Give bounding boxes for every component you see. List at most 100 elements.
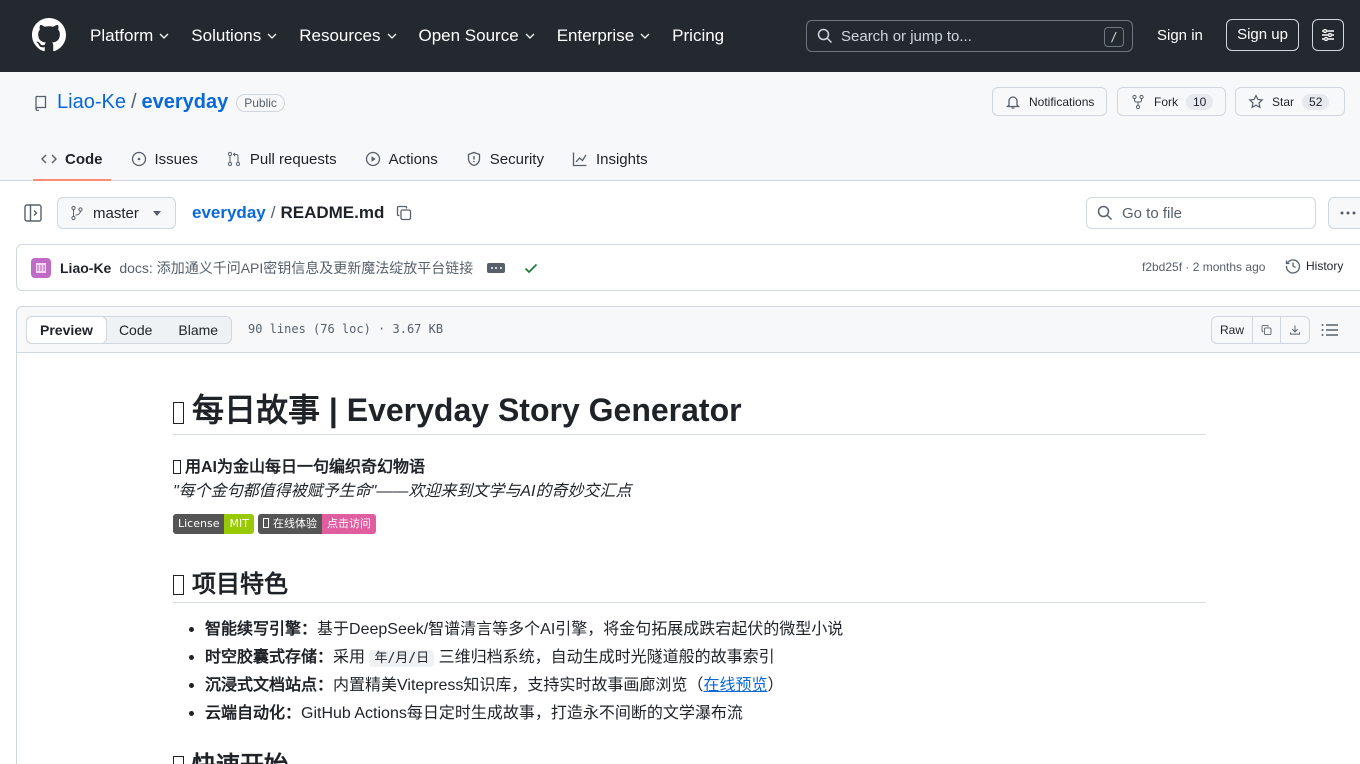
chevron-down-icon — [159, 33, 169, 39]
kebab-horizontal-icon — [1340, 211, 1356, 215]
badge-row: License MIT 在线体验 点击访问 — [173, 514, 380, 534]
commit-message[interactable]: docs: 添加通义千问API密钥信息及更新魔法绽放平台链接 — [119, 258, 473, 278]
copy-icon — [1261, 325, 1272, 335]
fork-count: 10 — [1186, 93, 1214, 110]
file-viewer: Preview Code Blame 90 lines (76 loc) · 3… — [16, 306, 1360, 764]
chevron-down-icon — [525, 33, 535, 39]
search-icon — [1097, 205, 1113, 221]
chevron-down-icon — [267, 33, 277, 39]
tab-security[interactable]: Security — [458, 138, 552, 180]
nav-enterprise[interactable]: Enterprise — [557, 26, 650, 46]
raw-button[interactable]: Raw — [1212, 317, 1253, 343]
search-icon — [817, 28, 833, 44]
readme-quote: "每个金句都值得被赋予生命"——欢迎来到文学与AI的奇妙交汇点 — [173, 483, 632, 500]
pull-request-icon — [227, 151, 240, 167]
shield-icon — [467, 151, 480, 167]
visibility-badge: Public — [236, 93, 285, 112]
star-button[interactable]: Star 52 — [1235, 87, 1345, 116]
online-preview-link[interactable]: 在线预览 — [703, 677, 767, 694]
branch-selector[interactable]: master — [57, 197, 176, 229]
divider — [173, 434, 1206, 435]
repo-name-link[interactable]: everyday — [142, 91, 229, 114]
star-count: 52 — [1302, 93, 1330, 110]
readme-tagline: 用AI为金山每日一句编织奇幻物语 — [173, 453, 425, 477]
issue-icon — [131, 151, 146, 167]
breadcrumb-file: README.md — [280, 203, 385, 222]
avatar[interactable] — [31, 257, 51, 278]
github-logo-icon[interactable] — [32, 18, 66, 52]
chevron-down-icon — [387, 33, 396, 39]
repo-title: Liao-Ke / everyday Public — [33, 91, 285, 114]
tab-insights[interactable]: Insights — [564, 138, 656, 180]
caret-down-icon — [153, 211, 161, 216]
repo-header: Liao-Ke / everyday Public Notifications … — [0, 72, 1360, 181]
search-input[interactable]: Search or jump to... / — [806, 20, 1133, 52]
star-icon — [1248, 93, 1264, 108]
search-placeholder: Search or jump to... — [841, 27, 972, 45]
global-header: Platform Solutions Resources Open Source… — [0, 0, 1360, 72]
history-icon — [1285, 259, 1301, 274]
nav-pricing[interactable]: Pricing — [672, 26, 724, 46]
tab-code[interactable]: Code — [33, 138, 111, 181]
expand-commit-button[interactable] — [487, 262, 506, 273]
rocket-emoji-icon — [173, 575, 184, 595]
copy-path-icon[interactable] — [396, 205, 412, 221]
list-item: 沉浸式文档站点：内置精美Vitepress知识库，支持实时故事画廊浏览（在线预览… — [187, 675, 843, 703]
search-shortcut-hint: / — [1104, 27, 1124, 47]
fork-icon — [1132, 94, 1144, 109]
play-icon — [365, 151, 380, 167]
tab-pull-requests[interactable]: Pull requests — [218, 138, 345, 180]
sparkle-emoji-icon — [173, 460, 181, 474]
file-info: 90 lines (76 loc) · 3.67 KB — [248, 322, 444, 336]
tab-actions[interactable]: Actions — [357, 138, 446, 180]
book-emoji-icon — [173, 402, 184, 424]
outline-list-icon[interactable] — [1321, 322, 1339, 338]
features-heading: 项目特色 — [173, 564, 288, 599]
breadcrumb: everyday / README.md — [192, 203, 412, 223]
readme-title: 每日故事 | Everyday Story Generator — [173, 385, 742, 431]
download-button[interactable] — [1281, 317, 1309, 343]
preview-tab[interactable]: Preview — [26, 316, 107, 344]
commit-meta[interactable]: f2bd25f · 2 months ago — [1142, 260, 1265, 274]
chevron-down-icon — [640, 33, 650, 39]
list-item: 时空胶囊式存储：采用 年/月/日 三维归档系统，自动生成时光隧道般的故事索引 — [187, 647, 843, 675]
code-tab[interactable]: Code — [106, 317, 165, 343]
sidebar-expand-icon[interactable] — [24, 204, 42, 222]
nav-solutions[interactable]: Solutions — [191, 26, 277, 46]
more-options-button[interactable] — [1328, 197, 1360, 229]
list-item: 云端自动化：GitHub Actions每日定时生成故事，打造永不间断的文学瀑布… — [187, 703, 843, 731]
demo-badge[interactable]: 在线体验 点击访问 — [257, 514, 376, 534]
sign-in-link[interactable]: Sign in — [1157, 27, 1203, 44]
nav-open-source[interactable]: Open Source — [419, 26, 535, 46]
top-nav: Platform Solutions Resources Open Source… — [90, 0, 746, 72]
file-actions: Raw — [1211, 316, 1310, 344]
go-to-file-input[interactable]: Go to file — [1086, 197, 1316, 229]
sign-up-button[interactable]: Sign up — [1226, 19, 1299, 51]
tab-issues[interactable]: Issues — [123, 138, 206, 180]
commit-author[interactable]: Liao-Ke — [60, 260, 111, 276]
repo-owner-link[interactable]: Liao-Ke — [57, 91, 126, 114]
breadcrumb-repo-link[interactable]: everyday — [192, 203, 266, 223]
list-item: 智能续写引擎：基于DeepSeek/智谱清言等多个AI引擎，将金句拓展成跌宕起伏… — [187, 619, 843, 647]
latest-commit-bar: Liao-Ke docs: 添加通义千问API密钥信息及更新魔法绽放平台链接 f… — [16, 244, 1360, 291]
download-icon — [1290, 325, 1300, 335]
notifications-button[interactable]: Notifications — [992, 87, 1108, 116]
license-badge[interactable]: License MIT — [173, 514, 254, 534]
nav-platform[interactable]: Platform — [90, 26, 169, 46]
features-list: 智能续写引擎：基于DeepSeek/智谱清言等多个AI引擎，将金句拓展成跌宕起伏… — [187, 619, 843, 731]
check-icon[interactable] — [523, 260, 539, 276]
repo-icon — [35, 95, 47, 111]
fork-button[interactable]: Fork 10 — [1117, 87, 1227, 116]
bell-icon — [1005, 95, 1021, 109]
globe-emoji-icon — [262, 518, 269, 528]
copy-raw-button[interactable] — [1253, 317, 1281, 343]
nav-resources[interactable]: Resources — [299, 26, 396, 46]
sliders-icon — [1322, 29, 1334, 41]
file-viewer-header: Preview Code Blame 90 lines (76 loc) · 3… — [17, 307, 1360, 353]
view-mode-toggle: Preview Code Blame — [26, 316, 233, 344]
history-link[interactable]: History — [1285, 258, 1343, 274]
divider — [173, 602, 1206, 603]
blame-tab[interactable]: Blame — [165, 317, 231, 343]
menu-button[interactable] — [1312, 19, 1344, 51]
graph-icon — [572, 152, 587, 167]
